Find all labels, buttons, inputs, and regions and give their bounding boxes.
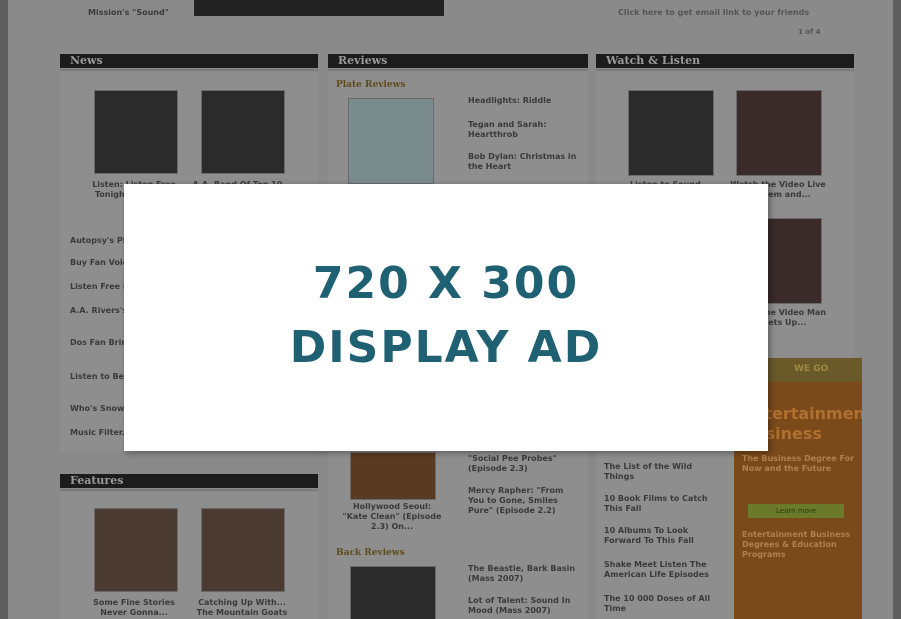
review-link[interactable]: Bob Dylan: Christmas in the Heart	[468, 152, 578, 172]
watch-thumb-1[interactable]	[628, 90, 714, 176]
top-media-player[interactable]	[194, 0, 444, 16]
features-thumb-1[interactable]	[94, 508, 178, 592]
review-link[interactable]: Tegan and Sarah: Heartthrob	[468, 120, 578, 140]
review-album-thumb[interactable]	[348, 98, 434, 184]
display-ad-size-label: 720 X 300	[312, 258, 580, 309]
top-strip-caption: Mission's "Sound"	[88, 8, 169, 17]
news-thumb-1[interactable]	[94, 90, 178, 174]
watch-link[interactable]: The 10 000 Doses of All Time	[604, 594, 722, 614]
reviews-subhead: Plate Reviews	[336, 80, 406, 90]
back-review-link[interactable]: Lot of Talent: Sound In Mood (Mass 2007)	[468, 596, 578, 616]
review-tv-thumb[interactable]	[350, 452, 436, 500]
news-section-header: News	[60, 54, 318, 71]
back-reviews-subhead: Back Reviews	[336, 548, 405, 558]
pager[interactable]: 1 of 4	[798, 28, 820, 36]
display-ad-overlay[interactable]: 720 X 300 DISPLAY AD	[124, 184, 768, 451]
features-thumb-caption-1[interactable]: Some Fine Stories Never Gonna...	[84, 598, 184, 618]
email-link[interactable]: Click here to get email link to your fri…	[618, 8, 809, 17]
review-tv-link[interactable]: Mercy Rapher: "From You to Gone, Smiles …	[468, 486, 578, 516]
back-review-thumb[interactable]	[350, 566, 436, 619]
side-ad-button[interactable]: Learn more	[748, 504, 844, 518]
features-section-header: Features	[60, 474, 318, 491]
watch-section-header: Watch & Listen	[596, 54, 854, 71]
watch-link[interactable]: Shake Meet Listen The American Life Epis…	[604, 560, 722, 580]
watch-link[interactable]: The List of the Wild Things	[604, 462, 722, 482]
review-link[interactable]: Headlights: Riddle	[468, 96, 578, 106]
side-ad-body: The Business Degree For Now and the Futu…	[742, 454, 855, 473]
review-tv-caption[interactable]: Hollywood Seoul: "Kate Clean" (Episode 2…	[340, 502, 444, 532]
features-thumb-caption-2[interactable]: Catching Up With... The Mountain Goats	[192, 598, 292, 618]
side-ad-header-text: WE GO	[794, 364, 829, 374]
display-ad-label: DISPLAY AD	[289, 322, 603, 373]
review-tv-link[interactable]: "Social Pee Probes" (Episode 2.3)	[468, 454, 578, 474]
watch-link[interactable]: 10 Albums To Look Forward To This Fall	[604, 526, 722, 546]
back-review-link[interactable]: The Beastie, Bark Basin (Mass 2007)	[468, 564, 578, 584]
features-thumb-2[interactable]	[201, 508, 285, 592]
watch-link[interactable]: 10 Book Films to Catch This Fall	[604, 494, 722, 514]
side-ad-body-2: Entertainment Business Degrees & Educati…	[742, 530, 851, 559]
watch-thumb-2[interactable]	[736, 90, 822, 176]
reviews-section-header: Reviews	[328, 54, 588, 71]
news-thumb-2[interactable]	[201, 90, 285, 174]
